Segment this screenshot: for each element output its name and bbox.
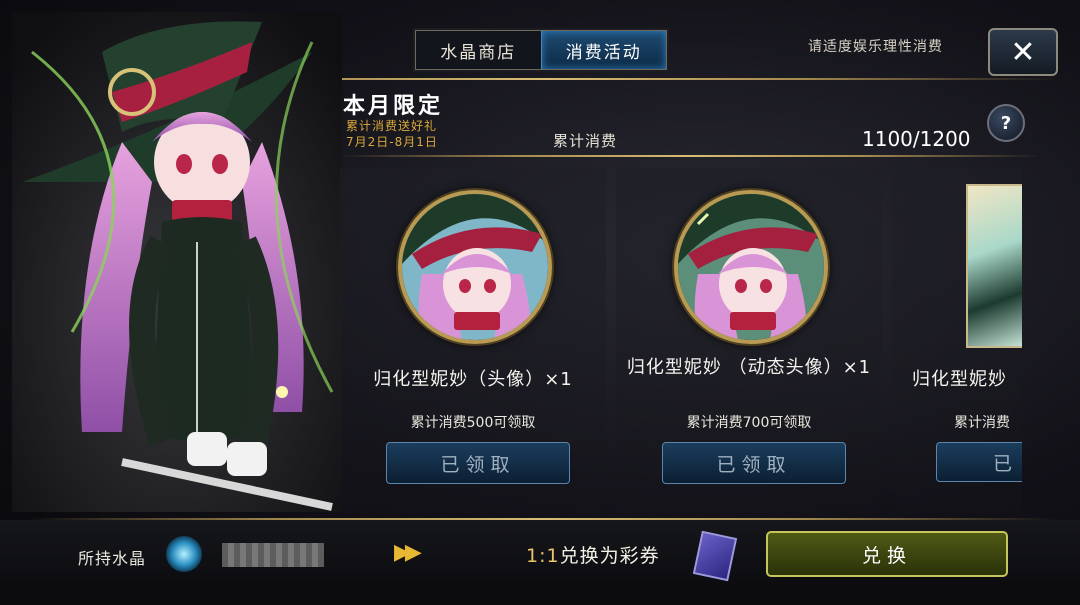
cumulative-spend-label: 累计消费 (553, 132, 618, 150)
character-card-image (966, 184, 1022, 348)
promo-tagline: 累计消费送好礼 (346, 119, 438, 133)
claimed-button[interactable]: 已领取 (662, 442, 846, 484)
reward-list: 归化型妮妙（头像）×1 累计消费500可领取 已领取 归化型妮妙 （动态头像）×… (340, 168, 1022, 513)
reward-card: 归化型妮妙（头像）×1 累计消费500可领取 已领取 (340, 168, 606, 513)
reward-avatar-icon (398, 190, 552, 344)
help-button[interactable]: ? (987, 104, 1025, 142)
tab-bar: 水晶商店 消费活动 (415, 30, 667, 70)
question-mark-icon: ? (1000, 112, 1012, 134)
promo-subtitle: 累计消费送好礼 7月2日-8月1日 (346, 118, 438, 150)
tab-crystal-shop[interactable]: 水晶商店 (416, 31, 541, 69)
exchange-ratio-value: 1:1 (526, 545, 560, 567)
claimed-button[interactable]: 已领取 (386, 442, 570, 484)
reward-avatar-icon (674, 190, 828, 344)
exchange-ratio-text: 兑换为彩券 (559, 545, 660, 567)
cumulative-spend-value: 1100/1200 (862, 127, 971, 151)
exchange-ratio: 1:1兑换为彩券 (526, 541, 660, 568)
reward-condition: 累计消费700可领取 (686, 415, 812, 431)
reward-condition: 累计消费 (954, 415, 1010, 431)
promo-date-range: 7月2日-8月1日 (346, 135, 438, 149)
reward-name: 归化型妮妙（头像）×1 (373, 369, 573, 390)
close-icon: ✕ (1010, 34, 1036, 70)
tab-spending-event[interactable]: 消费活动 (540, 31, 666, 69)
reward-name: 归化型妮妙 (912, 369, 1007, 390)
double-arrow-icon: ▶▶ (394, 540, 422, 565)
exchange-button[interactable]: 兑换 (766, 531, 1008, 577)
crystal-icon (166, 536, 202, 572)
crystal-amount-redacted (222, 543, 324, 567)
claimed-button[interactable]: 已 (936, 442, 1022, 482)
owned-crystals-label: 所持水晶 (78, 549, 147, 568)
promo-title: 本月限定 (343, 94, 444, 119)
character-illustration (12, 12, 342, 512)
header-divider (340, 155, 1040, 157)
reward-card: 归化型妮妙 （动态头像）×1 累计消费700可领取 已领取 (616, 168, 882, 513)
reward-condition: 累计消费500可领取 (410, 415, 536, 431)
close-button[interactable]: ✕ (988, 28, 1058, 76)
rational-spending-notice: 请适度娱乐理性消费 (808, 39, 943, 55)
reward-name: 归化型妮妙 （动态头像）×1 (626, 357, 872, 378)
